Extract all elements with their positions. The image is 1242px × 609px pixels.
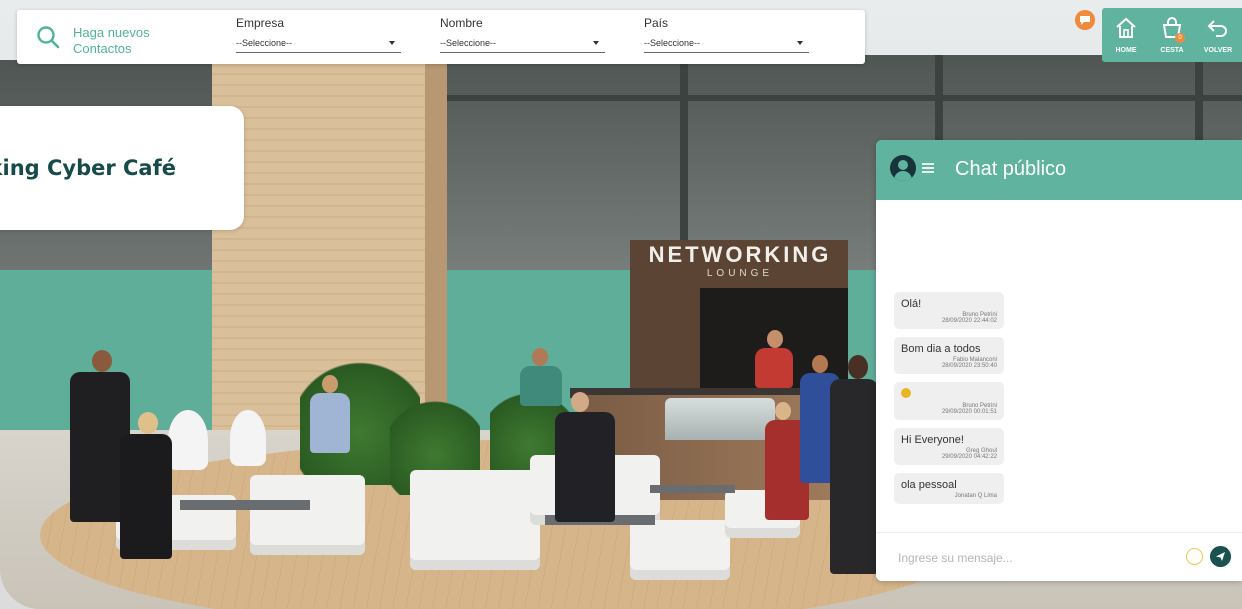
basket-count-badge: 0 [1175, 33, 1185, 43]
select-value: --Seleccione-- [440, 38, 497, 48]
chat-messages[interactable]: Olá! Bruno Petrini 28/09/2020 22:44:02 B… [894, 292, 1224, 530]
empresa-select[interactable]: --Seleccione-- [236, 34, 401, 53]
lounge-sign: LOUNGE [706, 268, 774, 279]
filter-label: País [644, 16, 669, 30]
grin-emoji-icon [901, 388, 911, 398]
select-value: --Seleccione-- [236, 38, 293, 48]
smiley-icon[interactable] [1186, 548, 1203, 565]
nav-label: VOLVER [1203, 47, 1233, 54]
basket-button[interactable]: 0 CESTA [1150, 8, 1194, 62]
message-text: ola pessoal [901, 479, 957, 491]
white-sofa [630, 520, 730, 580]
coffee-table [650, 485, 735, 493]
message-date: 28/09/2020 22:44:02 [941, 318, 997, 324]
message-text: Olá! [901, 298, 922, 310]
wood-column-edge [425, 20, 447, 440]
message-date: 28/09/2020 23:50:40 [941, 363, 997, 369]
chat-message-input[interactable] [896, 546, 1170, 570]
select-value: --Seleccione-- [644, 38, 701, 48]
chat-message: Bruno Petrini 29/09/2020 00:01:51 [894, 382, 1004, 420]
nombre-select[interactable]: --Seleccione-- [440, 34, 605, 53]
chat-message: Olá! Bruno Petrini 28/09/2020 22:44:02 [894, 292, 1004, 329]
home-button[interactable]: HOME [1104, 8, 1148, 62]
chat-message: ola pessoal Jonatan Q Lima [894, 473, 1004, 504]
chat-message: Hi Everyone! Greg Ghoul 29/09/2020 04:42… [894, 428, 1004, 465]
message-text: Bom dia a todos [901, 343, 981, 355]
chevron-down-icon [797, 41, 803, 45]
back-arrow-icon [1207, 20, 1227, 37]
search-title[interactable]: Haga nuevos Contactos [73, 25, 173, 57]
filter-nombre: Nombre --Seleccione-- [440, 16, 605, 53]
top-nav: HOME 0 CESTA VOLVER [1102, 8, 1242, 62]
filter-pais: País --Seleccione-- [644, 16, 809, 53]
filter-label: Nombre [440, 16, 483, 30]
public-chat-panel: Chat público Olá! Bruno Petrini 28/09/20… [876, 140, 1242, 581]
user-icon[interactable] [890, 155, 916, 181]
message-date: 29/09/2020 04:42:22 [941, 454, 997, 460]
home-icon [1116, 17, 1136, 38]
nav-label: HOME [1115, 47, 1137, 54]
chat-title: Chat público [955, 158, 1067, 180]
message-text: Hi Everyone! [901, 434, 964, 446]
search-icon[interactable] [35, 24, 61, 50]
networking-sign: NETWORKING [648, 242, 832, 267]
white-chair [230, 410, 266, 466]
pais-select[interactable]: --Seleccione-- [644, 34, 809, 53]
menu-icon[interactable] [922, 163, 934, 175]
chat-header: Chat público [876, 140, 1242, 200]
message-emoji [901, 388, 997, 401]
back-button[interactable]: VOLVER [1196, 8, 1240, 62]
nav-label: CESTA [1160, 47, 1184, 54]
filter-label: Empresa [236, 16, 285, 30]
send-icon[interactable] [1210, 546, 1231, 567]
white-sofa [410, 470, 540, 570]
room-title: Espaço Networking Cyber Café [0, 156, 176, 180]
chat-notification-icon[interactable] [1075, 10, 1095, 30]
white-chair [168, 410, 208, 470]
chat-input-row [876, 532, 1242, 581]
chevron-down-icon [389, 41, 395, 45]
message-date: 29/09/2020 00:01:51 [941, 409, 997, 415]
window-transom [420, 95, 1242, 101]
chevron-down-icon [593, 41, 599, 45]
chat-message: Bom dia a todos Fabio Malanconi 28/09/20… [894, 337, 1004, 374]
filter-empresa: Empresa --Seleccione-- [236, 16, 401, 53]
display-case [665, 398, 775, 440]
message-author: Jonatan Q Lima [954, 493, 997, 499]
white-sofa [250, 475, 365, 555]
coffee-table [180, 500, 310, 510]
contact-filter-bar: Haga nuevos Contactos Empresa --Seleccio… [17, 10, 865, 64]
room-title-card: Espaço Networking Cyber Café [0, 106, 244, 230]
